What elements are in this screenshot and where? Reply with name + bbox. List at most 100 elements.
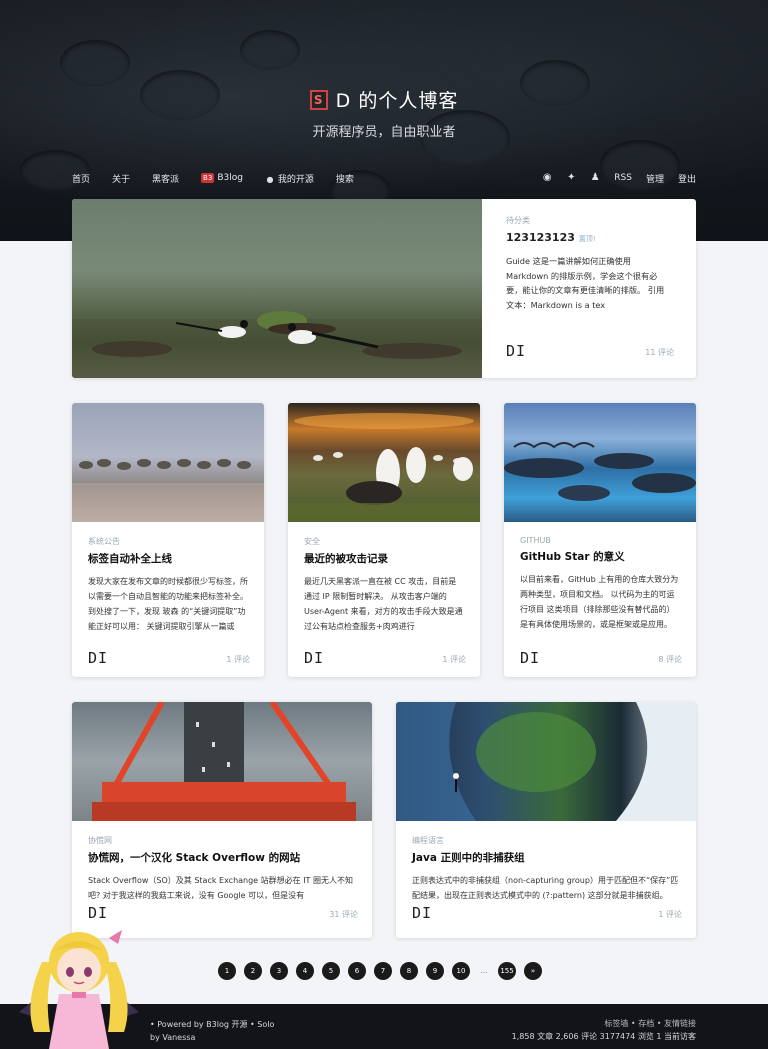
qq-icon[interactable]: ♟	[590, 173, 600, 183]
featured-body: 待分类 123123123 置顶! Guide 这是一篇讲解如何正确使用 Mar…	[482, 199, 696, 378]
site-title-link[interactable]: S D 的个人博客	[309, 86, 459, 113]
page-link[interactable]: 7	[374, 962, 392, 980]
article-card[interactable]: 协慌网 协慌网，一个汉化 Stack Overflow 的网站 Stack Ov…	[72, 702, 372, 938]
card-category[interactable]: 编程语言	[412, 835, 680, 846]
bridge-illustration	[92, 702, 356, 821]
nav-hacpai[interactable]: 黑客派	[152, 172, 179, 185]
pagination: 1 2 3 4 5 6 7 8 9 10 ... 155 »	[218, 962, 542, 980]
page-link[interactable]: 1	[218, 962, 236, 980]
card-excerpt: 正则表达式中的非捕获组（non-capturing group）用于匹配但不“保…	[412, 876, 679, 900]
card-title[interactable]: 最近的被攻击记录	[304, 551, 464, 566]
nav-rss[interactable]: RSS	[614, 173, 632, 183]
author-avatar[interactable]: DI	[520, 649, 540, 667]
featured-title[interactable]: 123123123	[506, 231, 575, 244]
nav-b3log-label: B3log	[217, 173, 243, 183]
comment-count[interactable]: 1 评论	[442, 654, 466, 665]
nav-logout[interactable]: 登出	[678, 172, 696, 185]
article-image-sandpipers[interactable]	[72, 403, 264, 522]
article-card[interactable]: 系统公告 标签自动补全上线 发现大家在发布文章的时候都很少写标签，所以需要一个自…	[72, 403, 264, 677]
page-link-last[interactable]: 155	[498, 962, 516, 980]
comment-count[interactable]: 8 评论	[658, 654, 682, 665]
anime-mascot-image[interactable]	[14, 922, 144, 1049]
comment-count[interactable]: 11 评论	[645, 347, 674, 358]
author-avatar[interactable]: DI	[506, 342, 526, 360]
page-ellipsis: ...	[480, 967, 488, 975]
featured-image-birds[interactable]	[72, 199, 482, 378]
nav-opensource[interactable]: ● 我的开源	[265, 172, 314, 185]
site-title: D 的个人博客	[335, 90, 459, 112]
page-link[interactable]: 6	[348, 962, 366, 980]
nav-about[interactable]: 关于	[112, 172, 130, 185]
card-title[interactable]: Java 正则中的非捕获组	[412, 850, 680, 865]
article-image-albatross[interactable]	[288, 403, 480, 522]
featured-article[interactable]: 待分类 123123123 置顶! Guide 这是一篇讲解如何正确使用 Mar…	[72, 199, 696, 378]
card-category[interactable]: 协慌网	[88, 835, 356, 846]
sandpipers-illustration	[72, 459, 264, 522]
footer-credits: • Powered by B3log 开源 • Solo by Vanessa	[150, 1018, 274, 1044]
card-title[interactable]: GitHub Star 的意义	[520, 549, 680, 564]
github-small-icon: ●	[266, 174, 274, 184]
card-excerpt: 以目前来看，GitHub 上有用的仓库大致分为两种类型，项目和文档。 以代码为主…	[520, 575, 679, 629]
ice-cave-illustration	[396, 702, 696, 821]
mascot-illustration	[19, 930, 139, 1049]
article-card[interactable]: 安全 最近的被攻击记录 最近几天黑客派一直在被 CC 攻击，目前是通过 IP 限…	[288, 403, 480, 677]
nav-search[interactable]: 搜索	[336, 172, 354, 185]
bird-illustration	[72, 311, 482, 378]
card-title[interactable]: 标签自动补全上线	[88, 551, 248, 566]
card-body: GITHUB GitHub Star 的意义 以目前来看，GitHub 上有用的…	[504, 536, 696, 632]
article-card[interactable]: GITHUB GitHub Star 的意义 以目前来看，GitHub 上有用的…	[504, 403, 696, 677]
page-link[interactable]: 2	[244, 962, 262, 980]
featured-title-row: 123123123 置顶!	[506, 231, 672, 244]
page-link[interactable]: 4	[296, 962, 314, 980]
page-link[interactable]: 9	[426, 962, 444, 980]
comment-count[interactable]: 1 评论	[226, 654, 250, 665]
card-body: 协慌网 协慌网，一个汉化 Stack Overflow 的网站 Stack Ov…	[72, 835, 372, 903]
card-title[interactable]: 协慌网，一个汉化 Stack Overflow 的网站	[88, 850, 356, 865]
card-body: 系统公告 标签自动补全上线 发现大家在发布文章的时候都很少写标签，所以需要一个自…	[72, 536, 264, 634]
card-category[interactable]: 安全	[304, 536, 464, 547]
card-excerpt: Stack Overflow（SO）及其 Stack Exchange 站群想必…	[88, 876, 353, 900]
footer-stats-block: 标签墙 • 存档 • 友情链接 1,858 文章 2,606 评论 317747…	[512, 1017, 696, 1043]
site-logo-icon: S	[309, 89, 328, 110]
b3log-icon: B3	[201, 173, 215, 183]
card-excerpt: 发现大家在发布文章的时候都很少写标签，所以需要一个自动且智能的功能来把标签补全。…	[88, 577, 248, 631]
comment-count[interactable]: 31 评论	[329, 909, 358, 920]
site-brand: S D 的个人博客 开源程序员，自由职业者	[0, 86, 768, 140]
nav-home[interactable]: 首页	[72, 172, 90, 185]
theme-author-text[interactable]: by Vanessa	[150, 1031, 274, 1044]
page-link[interactable]: 5	[322, 962, 340, 980]
site-subtitle: 开源程序员，自由职业者	[312, 125, 456, 140]
nav-admin[interactable]: 管理	[646, 172, 664, 185]
card-body: 编程语言 Java 正则中的非捕获组 正则表达式中的非捕获组（non-captu…	[396, 835, 696, 903]
page-next-button[interactable]: »	[524, 962, 542, 980]
comment-count[interactable]: 1 评论	[658, 909, 682, 920]
featured-category[interactable]: 待分类	[506, 215, 672, 226]
author-avatar[interactable]: DI	[88, 904, 108, 922]
weibo-icon[interactable]: ✦	[566, 173, 576, 183]
github-icon[interactable]: ◉	[542, 173, 552, 183]
card-category[interactable]: GITHUB	[520, 536, 680, 545]
footer-links[interactable]: 标签墙 • 存档 • 友情链接	[512, 1017, 696, 1030]
author-avatar[interactable]: DI	[304, 649, 324, 667]
article-card[interactable]: 编程语言 Java 正则中的非捕获组 正则表达式中的非捕获组（non-captu…	[396, 702, 696, 938]
nav-right: ◉ ✦ ♟ RSS 管理 登出	[542, 170, 696, 186]
powered-by-text[interactable]: • Powered by B3log 开源 • Solo	[150, 1018, 274, 1031]
page-link[interactable]: 10	[452, 962, 470, 980]
nav-b3log[interactable]: B3 B3log	[201, 173, 243, 183]
albatross-illustration	[288, 413, 480, 522]
author-avatar[interactable]: DI	[88, 649, 108, 667]
typewriter-key-decor	[60, 40, 130, 86]
pinned-badge: 置顶!	[578, 235, 596, 243]
page-link[interactable]: 3	[270, 962, 288, 980]
nav-left: 首页 关于 黑客派 B3 B3log ● 我的开源 搜索	[72, 170, 354, 186]
article-image-bridge[interactable]	[72, 702, 372, 821]
article-image-ice-cave[interactable]	[396, 702, 696, 821]
site-stats: 1,858 文章 2,606 评论 3177474 浏览 1 当前访客	[511, 1032, 696, 1041]
author-avatar[interactable]: DI	[412, 904, 432, 922]
card-category[interactable]: 系统公告	[88, 536, 248, 547]
article-image-coastline[interactable]	[504, 403, 696, 522]
page-link[interactable]: 8	[400, 962, 418, 980]
coastline-illustration	[504, 442, 696, 501]
nav-opensource-label: 我的开源	[277, 174, 314, 185]
card-body: 安全 最近的被攻击记录 最近几天黑客派一直在被 CC 攻击，目前是通过 IP 限…	[288, 536, 480, 634]
